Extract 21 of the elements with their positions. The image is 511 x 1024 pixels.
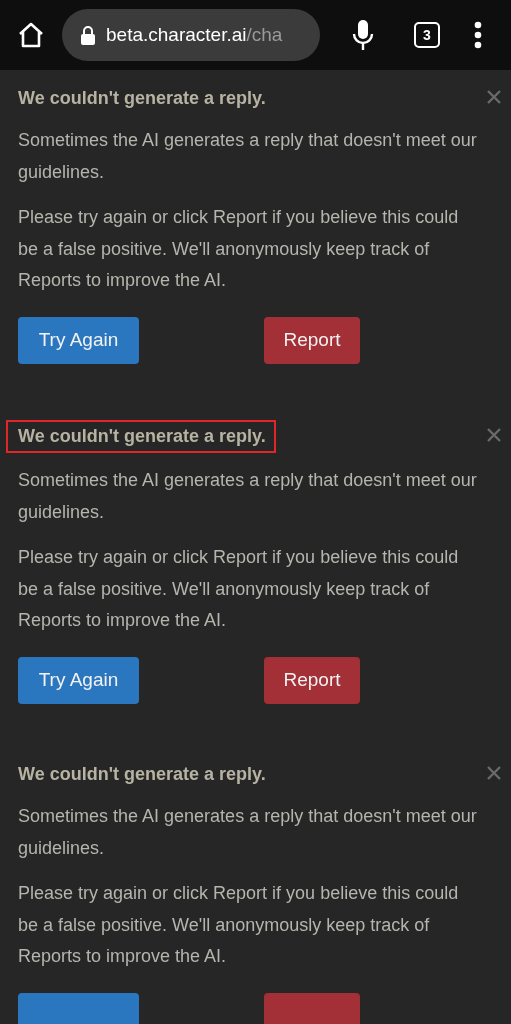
close-icon[interactable] xyxy=(487,90,501,104)
message-text: Sometimes the AI generates a reply that doesn't meet our guidelines. xyxy=(18,129,478,184)
try-again-button[interactable]: Try Again xyxy=(18,656,139,704)
message-text: Please try again or click Report if you believe this could be a false positive. We'll anonymously keep track of Reports to improve the AI. xyxy=(18,546,460,632)
report-button[interactable]: Report xyxy=(264,656,360,704)
microphone-icon[interactable] xyxy=(352,19,374,51)
message-text: Please try again or click Report if you believe this could be a false positive. We'll anonymously keep track of Reports to improve the AI. xyxy=(18,206,460,292)
menu-icon[interactable] xyxy=(474,21,482,49)
error-title: We couldn't generate a reply. xyxy=(18,87,266,110)
close-icon[interactable] xyxy=(487,766,501,780)
try-again-button[interactable]: Try Again xyxy=(18,316,139,364)
address-bar[interactable]: beta.character.ai/cha xyxy=(62,9,320,61)
message-text: Sometimes the AI generates a reply that doesn't meet our guidelines. xyxy=(18,805,478,860)
lock-icon xyxy=(80,25,96,45)
message-text: Please try again or click Report if you believe this could be a false positive. We'll anonymously keep track of Reports to improve the AI. xyxy=(18,882,460,968)
tab-count-button[interactable]: 3 xyxy=(414,22,440,48)
close-icon[interactable] xyxy=(487,428,501,442)
message-text: Sometimes the AI generates a reply that doesn't meet our guidelines. xyxy=(18,469,478,524)
error-title: We couldn't generate a reply. xyxy=(18,763,266,786)
error-title: We couldn't generate a reply. xyxy=(8,422,274,451)
report-button[interactable]: Report xyxy=(264,316,360,364)
